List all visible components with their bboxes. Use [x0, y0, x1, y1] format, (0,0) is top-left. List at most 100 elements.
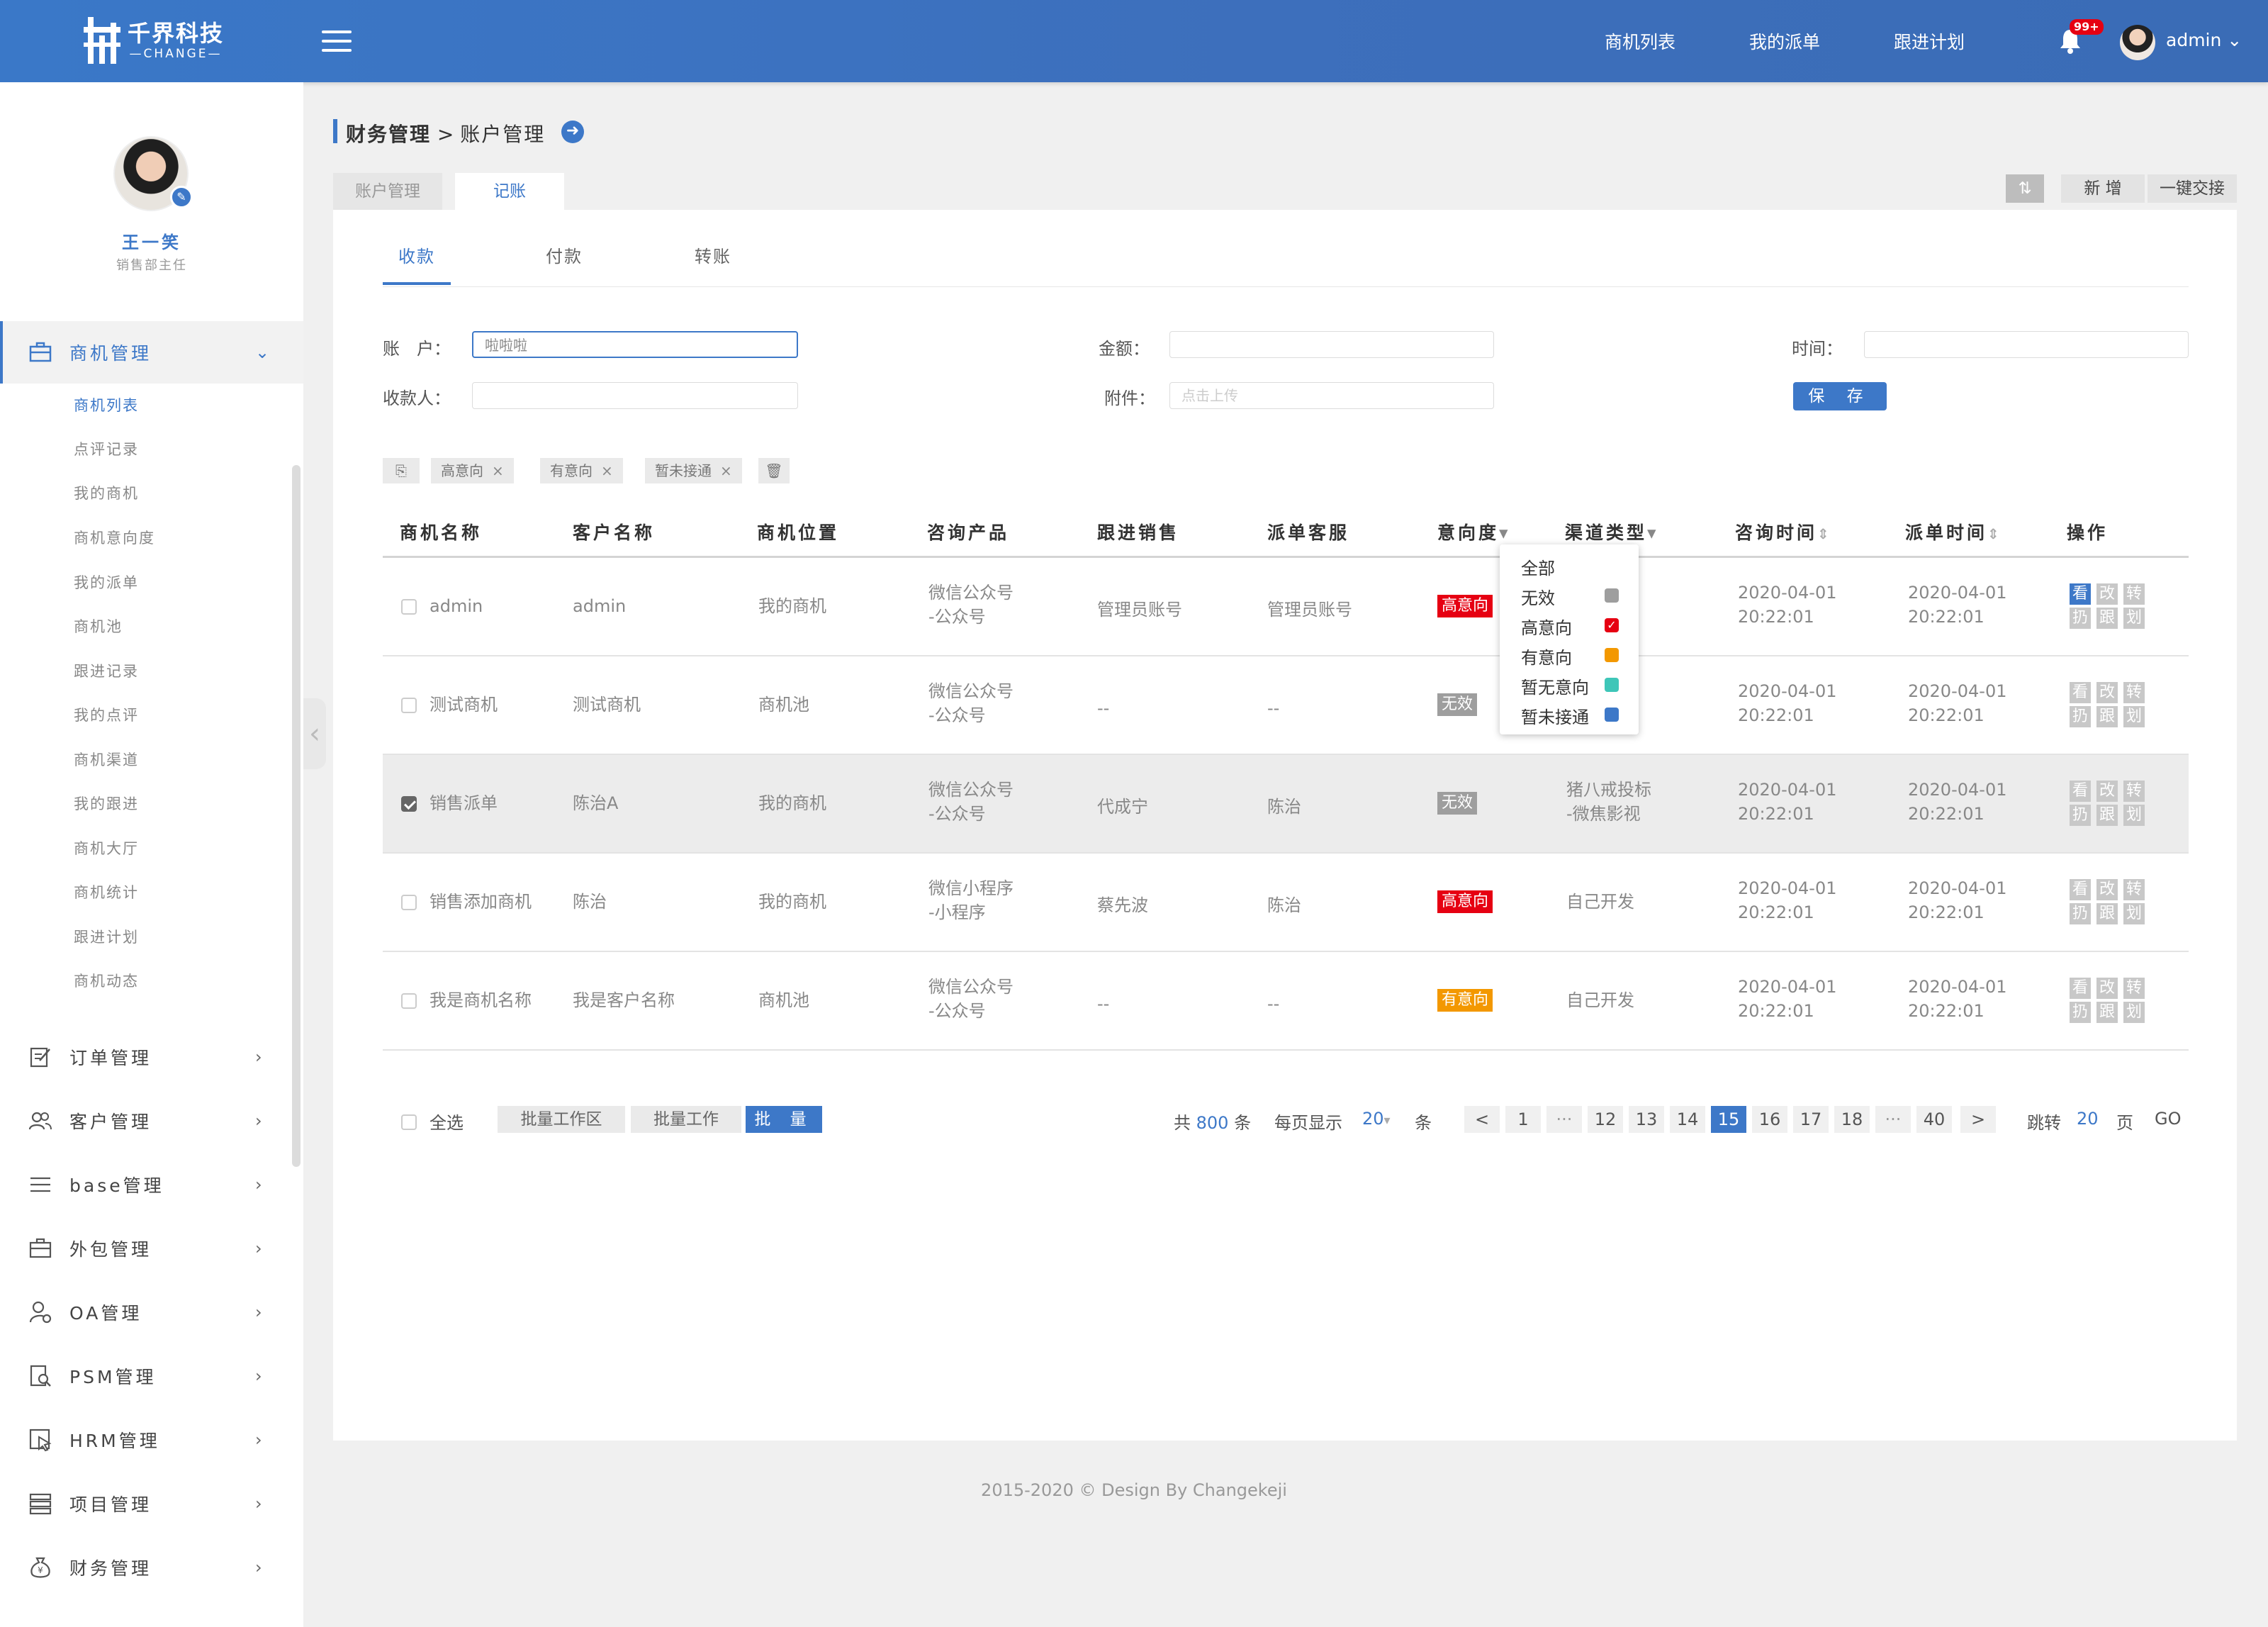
intent-option-high[interactable]: 高意向	[1521, 614, 1572, 639]
sidebar-subitem[interactable]: 商机意向度	[74, 527, 155, 548]
view-button[interactable]: 看	[2070, 978, 2091, 999]
sidebar-subitem[interactable]: 我的跟进	[74, 793, 139, 814]
sidebar-item-opportunity-header[interactable]: 商机管理 ⌄	[0, 331, 303, 374]
table-row[interactable]: admin admin 我的商机 微信公众号 -公众号 管理员账号 管理员账号 高意向 2020…	[383, 558, 2189, 656]
add-button[interactable]: 新 增	[2061, 174, 2145, 203]
intent-option-medium[interactable]: 有意向	[1521, 644, 1572, 669]
amount-input[interactable]	[1169, 331, 1494, 358]
intent-option-unreached[interactable]: 暂未接通	[1521, 703, 1589, 728]
sidebar-item-orders[interactable]: 订单管理 ›	[0, 1036, 303, 1078]
topnav-follow-plan[interactable]: 跟进计划	[1894, 28, 1965, 54]
intent-option-all[interactable]: 全部	[1521, 554, 1555, 579]
follow-button[interactable]: 跟	[2096, 608, 2118, 629]
page-button[interactable]: 18	[1834, 1106, 1870, 1133]
batch-work-button[interactable]: 批量工作	[631, 1106, 741, 1133]
page-ellipsis[interactable]: ···	[1546, 1106, 1582, 1133]
follow-button[interactable]: 跟	[2096, 903, 2118, 924]
edit-button[interactable]: 改	[2096, 978, 2118, 999]
transfer-button[interactable]: 转	[2123, 583, 2145, 605]
save-button[interactable]: 保 存	[1793, 382, 1887, 410]
page-button-current[interactable]: 15	[1711, 1106, 1746, 1133]
subtab-transfer[interactable]: 转账	[695, 242, 731, 267]
table-row[interactable]: 销售派单 陈治A 我的商机 微信公众号 -公众号 代成宁 陈治 无效 猪八戒投标 -微焦影视 202…	[383, 755, 2189, 854]
sidebar-subitem[interactable]: 商机统计	[74, 881, 139, 902]
discard-button[interactable]: 扔	[2070, 903, 2091, 924]
discard-button[interactable]: 扔	[2070, 805, 2091, 826]
discard-button[interactable]: 扔	[2070, 706, 2091, 727]
page-button[interactable]: 12	[1588, 1106, 1623, 1133]
close-icon[interactable]: ×	[601, 462, 613, 479]
sidebar-subitem[interactable]: 商机动态	[74, 970, 139, 991]
sidebar-item-outsourcing[interactable]: 外包管理 ›	[0, 1227, 303, 1270]
edit-button[interactable]: 改	[2096, 583, 2118, 605]
check-icon[interactable]: ✓	[1605, 618, 1619, 632]
sidebar-subitem[interactable]: 商机池	[74, 615, 123, 637]
menu-toggle-icon[interactable]	[322, 30, 352, 52]
view-button[interactable]: 看	[2070, 781, 2091, 802]
topnav-opportunity-list[interactable]: 商机列表	[1605, 28, 1675, 54]
transfer-button[interactable]: 转	[2123, 682, 2145, 703]
sidebar-scrollbar[interactable]	[292, 465, 301, 1167]
payee-input[interactable]	[472, 382, 798, 409]
intent-option-none[interactable]: 暂无意向	[1521, 673, 1589, 698]
sidebar-item-finance[interactable]: ¥ 财务管理 ›	[0, 1546, 303, 1589]
sidebar-item-oa[interactable]: OA管理 ›	[0, 1291, 303, 1334]
discard-button[interactable]: 扔	[2070, 1002, 2091, 1023]
plan-button[interactable]: 划	[2123, 805, 2145, 826]
edit-button[interactable]: 改	[2096, 879, 2118, 900]
edit-button[interactable]: 改	[2096, 781, 2118, 802]
logo[interactable]: 千界科技 —CHANGE—	[84, 17, 224, 64]
plan-button[interactable]: 划	[2123, 706, 2145, 727]
row-checkbox[interactable]	[401, 796, 417, 812]
page-button[interactable]: 13	[1629, 1106, 1664, 1133]
plan-button[interactable]: 划	[2123, 1002, 2145, 1023]
topnav-my-dispatch[interactable]: 我的派单	[1749, 28, 1820, 54]
view-button[interactable]: 看	[2070, 879, 2091, 900]
breadcrumb-parent[interactable]: 财务管理	[346, 123, 431, 146]
edit-button[interactable]: 改	[2096, 682, 2118, 703]
user-menu[interactable]: admin ⌄	[2166, 30, 2242, 50]
avatar[interactable]	[2120, 25, 2155, 60]
table-row[interactable]: 销售添加商机 陈治 我的商机 微信小程序 -小程序 蔡先波 陈治 高意向 自己开发 2020-04…	[383, 854, 2189, 952]
time-input[interactable]	[1864, 331, 2189, 358]
plan-button[interactable]: 划	[2123, 903, 2145, 924]
follow-button[interactable]: 跟	[2096, 1002, 2118, 1023]
sidebar-subitem[interactable]: 我的派单	[74, 571, 139, 593]
transfer-button[interactable]: 转	[2123, 781, 2145, 802]
batch-button[interactable]: 批 量	[746, 1106, 822, 1133]
page-button[interactable]: 17	[1793, 1106, 1829, 1133]
subtab-receipt[interactable]: 收款	[398, 242, 435, 267]
col-intent[interactable]: 意向度▾	[1437, 519, 1511, 544]
col-channel[interactable]: 渠道类型▾	[1565, 519, 1659, 544]
close-icon[interactable]: ×	[720, 462, 732, 479]
jump-page-input[interactable]: 20	[2077, 1109, 2099, 1129]
intent-option-invalid[interactable]: 无效	[1521, 584, 1555, 609]
select-all-checkbox[interactable]	[401, 1114, 417, 1130]
sidebar-item-base[interactable]: base管理 ›	[0, 1163, 303, 1206]
back-icon[interactable]: ➜	[561, 121, 584, 143]
page-button[interactable]: 16	[1752, 1106, 1787, 1133]
account-input[interactable]: 啦啦啦	[472, 331, 798, 358]
refresh-icon[interactable]: ⇅	[2006, 174, 2044, 203]
sidebar-item-customers[interactable]: 客户管理 ›	[0, 1100, 303, 1142]
sidebar-subitem[interactable]: 商机大厅	[74, 837, 139, 859]
batch-area-button[interactable]: 批量工作区	[498, 1106, 625, 1133]
table-row[interactable]: 我是商机名称 我是客户名称 商机池 微信公众号 -公众号 -- -- 有意向 自己开发 2020-…	[383, 952, 2189, 1051]
prev-page-button[interactable]: <	[1464, 1106, 1500, 1133]
attachment-input[interactable]: 点击上传	[1169, 382, 1494, 409]
follow-button[interactable]: 跟	[2096, 706, 2118, 727]
table-row[interactable]: 测试商机 测试商机 商机池 微信公众号 -公众号 -- -- 无效 2020-04-01 20:2…	[383, 656, 2189, 755]
sidebar-subitem[interactable]: 跟进计划	[74, 926, 139, 947]
next-page-button[interactable]: >	[1960, 1106, 1996, 1133]
go-button[interactable]: GO	[2155, 1109, 2182, 1129]
sidebar-collapse-icon[interactable]: ‹	[303, 698, 326, 769]
trash-icon[interactable]: 🗑	[758, 458, 790, 483]
subtab-payment[interactable]: 付款	[546, 242, 583, 267]
sidebar-subitem[interactable]: 跟进记录	[74, 660, 139, 681]
page-ellipsis[interactable]: ···	[1875, 1106, 1911, 1133]
filter-icon[interactable]: ⎘	[383, 458, 420, 483]
transfer-button[interactable]: 转	[2123, 879, 2145, 900]
row-checkbox[interactable]	[401, 895, 417, 910]
tab-bookkeeping[interactable]: 记账	[455, 173, 564, 210]
plan-button[interactable]: 划	[2123, 608, 2145, 629]
